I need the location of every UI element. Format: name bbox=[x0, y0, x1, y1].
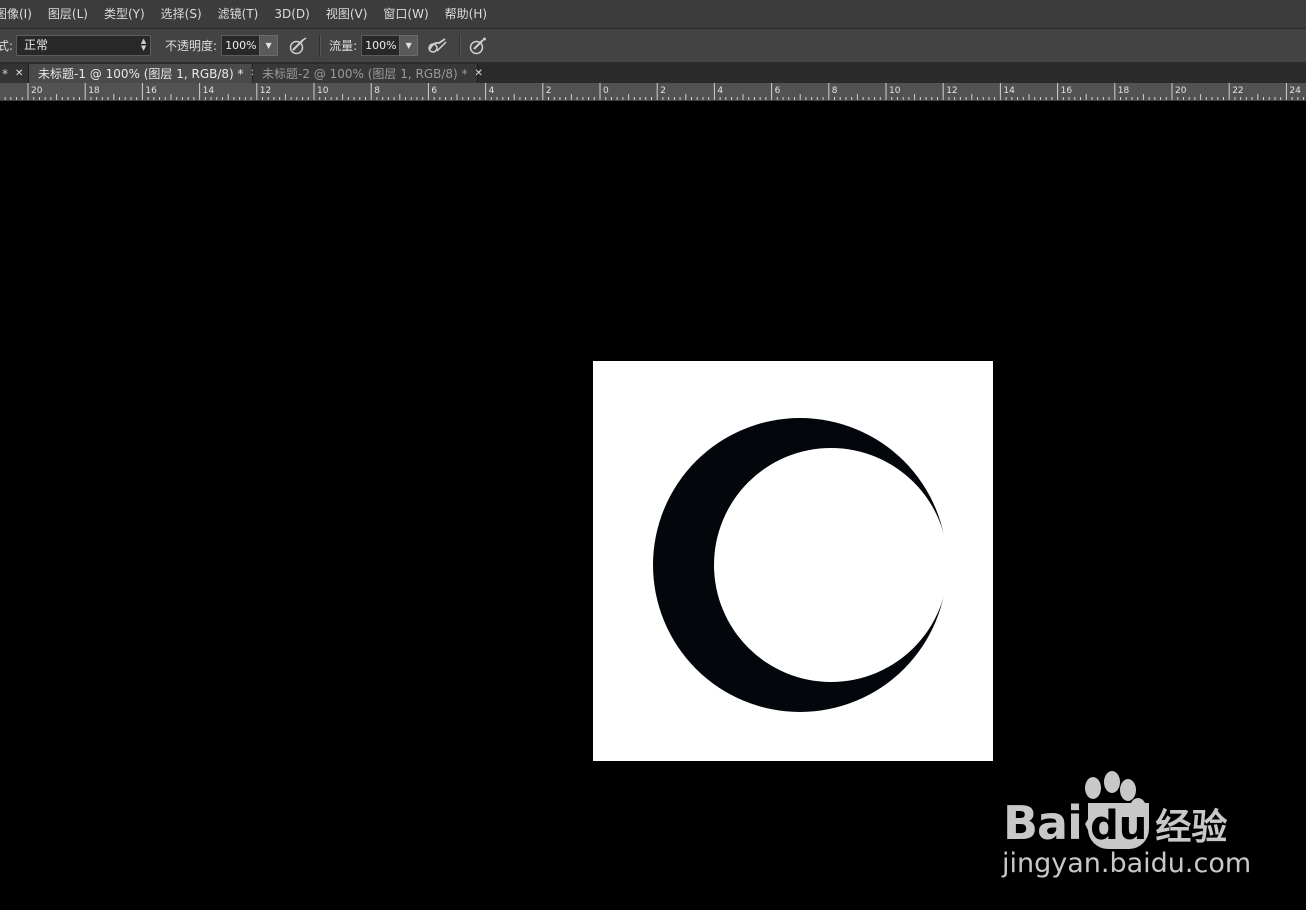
tab-untitled-2[interactable]: 未标题-2 @ 100% (图层 1, RGB/8) * ✕ bbox=[253, 64, 483, 83]
menu-view[interactable]: 视图(V) bbox=[318, 0, 376, 28]
flow-input[interactable]: 100% bbox=[361, 35, 400, 56]
tab-untitled-1[interactable]: 未标题-1 @ 100% (图层 1, RGB/8) * ✕ bbox=[29, 64, 259, 83]
ruler-label: 0 bbox=[603, 86, 609, 96]
crescent-shape bbox=[653, 418, 947, 712]
menu-bar: 图像(I) 图层(L) 类型(Y) 选择(S) 滤镜(T) 3D(D) 视图(V… bbox=[0, 0, 1306, 29]
ruler-label: 18 bbox=[88, 86, 100, 96]
tab-label: 未标题-1 @ 100% (图层 1, RGB/8) * bbox=[38, 67, 244, 81]
airbrush-icon[interactable] bbox=[427, 35, 449, 57]
ruler-label: 6 bbox=[775, 86, 781, 96]
menu-image[interactable]: 图像(I) bbox=[0, 0, 40, 28]
pressure-opacity-icon[interactable] bbox=[287, 35, 309, 57]
ruler-label: 20 bbox=[1175, 86, 1187, 96]
ruler-label: 22 bbox=[1232, 86, 1243, 96]
watermark-brand-right: du bbox=[1088, 803, 1150, 849]
separator bbox=[459, 34, 462, 57]
opacity-label: 不透明度: bbox=[165, 39, 218, 53]
ruler-label: 16 bbox=[145, 86, 157, 96]
menu-help[interactable]: 帮助(H) bbox=[437, 0, 495, 28]
watermark-brand-cn: 经验 bbox=[1155, 807, 1228, 848]
opacity-input[interactable]: 100% bbox=[221, 35, 260, 56]
opacity-dropdown-button[interactable]: ▼ bbox=[259, 35, 279, 56]
options-bar: 式: 正常 ▲ ▼ 不透明度: 100% ▼ 流量: 100% ▼ bbox=[0, 29, 1306, 63]
menu-select[interactable]: 选择(S) bbox=[153, 0, 210, 28]
document-tab-bar: * ✕ 未标题-1 @ 100% (图层 1, RGB/8) * ✕ 未标题-2… bbox=[0, 63, 1306, 83]
ruler-label: 2 bbox=[546, 86, 552, 96]
tab-label: * bbox=[2, 66, 8, 81]
menu-3d[interactable]: 3D(D) bbox=[266, 0, 317, 28]
menu-filter[interactable]: 滤镜(T) bbox=[210, 0, 267, 28]
ruler-label: 18 bbox=[1118, 86, 1130, 96]
close-icon[interactable]: ✕ bbox=[475, 68, 483, 79]
ruler-ticks: 20 18 16 14 12 10 8 6 4 2 0 2 4 6 8 10 12 14 16 18 20 22 24 bbox=[4, 83, 1305, 100]
ruler-label: 6 bbox=[431, 86, 437, 96]
ruler-label: 14 bbox=[1003, 86, 1015, 96]
flow-label: 流量: bbox=[329, 39, 358, 53]
ruler-label: 2 bbox=[660, 86, 666, 96]
tab-previous-document[interactable]: * ✕ bbox=[0, 64, 29, 83]
ruler-label: 12 bbox=[260, 86, 271, 96]
ruler-label: 4 bbox=[489, 86, 495, 96]
horizontal-ruler[interactable]: 20 18 16 14 12 10 8 6 4 2 0 2 4 6 8 10 12 14 16 18 20 22 24 bbox=[0, 83, 1306, 101]
ruler-label: 16 bbox=[1061, 86, 1073, 96]
menu-window[interactable]: 窗口(W) bbox=[375, 0, 436, 28]
menu-type[interactable]: 类型(Y) bbox=[96, 0, 153, 28]
ruler-label: 20 bbox=[31, 86, 43, 96]
document-canvas[interactable] bbox=[593, 361, 993, 761]
ruler-label: 8 bbox=[374, 86, 380, 96]
mode-select-value: 正常 bbox=[24, 38, 49, 52]
ruler-label: 24 bbox=[1289, 86, 1301, 96]
ruler-label: 8 bbox=[832, 86, 838, 96]
ruler-label: 12 bbox=[946, 86, 957, 96]
mode-select[interactable]: 正常 ▲ ▼ bbox=[16, 35, 152, 56]
ruler-label: 4 bbox=[717, 86, 723, 96]
separator bbox=[319, 34, 322, 57]
watermark-url: jingyan.baidu.com bbox=[1002, 848, 1252, 879]
watermark-brand: Bai du 经验 bbox=[1003, 796, 1243, 850]
menu-layer[interactable]: 图层(L) bbox=[40, 0, 96, 28]
pressure-size-icon[interactable] bbox=[467, 35, 489, 57]
tab-label: 未标题-2 @ 100% (图层 1, RGB/8) * bbox=[262, 67, 468, 81]
watermark-brand-left: Bai bbox=[1003, 796, 1083, 850]
select-arrows-icon: ▲ ▼ bbox=[140, 37, 147, 52]
close-icon[interactable]: ✕ bbox=[15, 68, 23, 79]
mode-label: 式: bbox=[0, 39, 14, 53]
ruler-label: 10 bbox=[317, 86, 329, 96]
ruler-label: 10 bbox=[889, 86, 901, 96]
flow-dropdown-button[interactable]: ▼ bbox=[399, 35, 419, 56]
ruler-label: 14 bbox=[203, 86, 215, 96]
